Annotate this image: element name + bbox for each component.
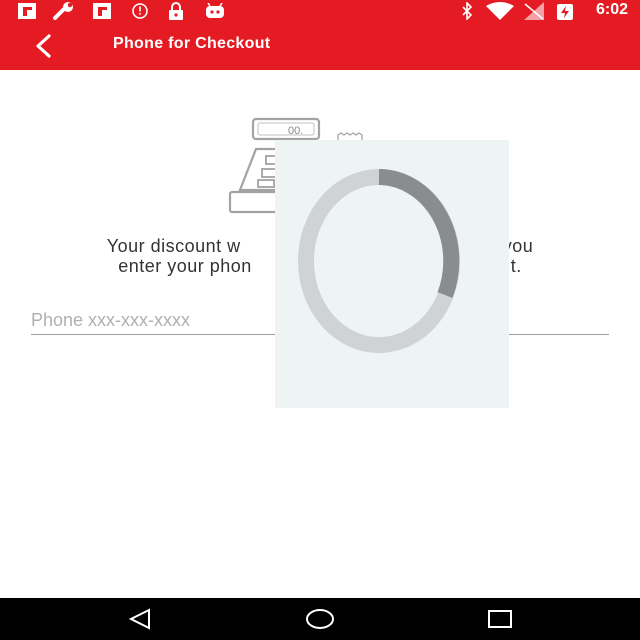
flipboard-icon <box>93 2 111 20</box>
loading-overlay <box>275 140 509 408</box>
android-icon <box>205 2 225 20</box>
back-triangle-icon <box>128 608 150 630</box>
app-bar: Phone for Checkout <box>0 22 640 70</box>
nav-back-button[interactable] <box>120 604 160 634</box>
home-circle-icon <box>306 609 334 629</box>
status-bar: 6:02 <box>0 0 640 22</box>
wifi-icon <box>486 2 514 20</box>
nav-recents-button[interactable] <box>480 604 520 634</box>
battery-charging-icon <box>556 2 574 20</box>
loading-spinner-icon <box>298 169 460 353</box>
message-line1-left: Your discount w <box>106 236 241 256</box>
message-line2-left: enter your phon <box>118 256 252 276</box>
chevron-left-icon <box>36 34 51 58</box>
wrench-icon <box>53 2 75 20</box>
back-button[interactable] <box>26 30 60 62</box>
recents-square-icon <box>488 610 512 628</box>
no-signal-icon <box>524 2 544 20</box>
status-time: 6:02 <box>595 1 628 18</box>
register-display-text: 00. <box>288 125 303 137</box>
lock-icon <box>168 2 184 20</box>
nav-home-button[interactable] <box>300 604 340 634</box>
page-title: Phone for Checkout <box>113 35 271 52</box>
alarm-icon <box>131 2 149 20</box>
flipboard-icon <box>18 2 36 20</box>
bluetooth-icon <box>460 2 474 20</box>
navigation-bar <box>0 598 640 640</box>
